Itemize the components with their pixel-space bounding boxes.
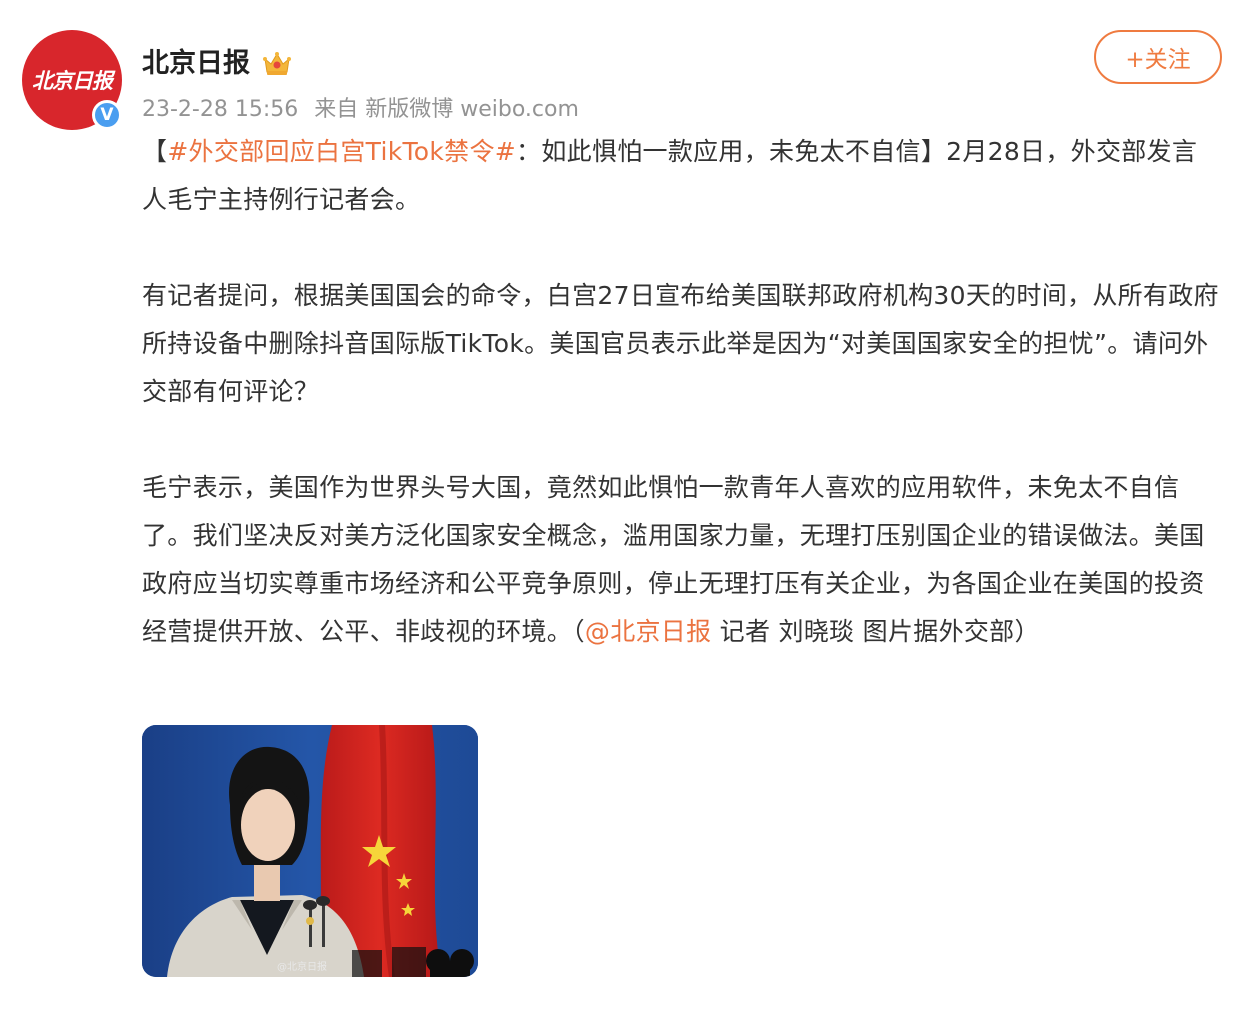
- paragraph-3-credit: 记者 刘晓琰 图片据外交部）: [711, 617, 1040, 646]
- account-name[interactable]: 北京日报: [142, 46, 250, 82]
- post-meta: 23-2-28 15:56 来自 新版微博 weibo.com: [142, 94, 579, 126]
- crown-icon: [263, 52, 291, 75]
- post-time[interactable]: 23-2-28 15:56: [142, 97, 298, 122]
- post-content: 【#外交部回应白宫TikTok禁令#：如此惧怕一款应用，未免太不自信】2月28日…: [142, 128, 1222, 656]
- image-watermark: @北京日报: [277, 962, 327, 973]
- post-paragraph-1: 【#外交部回应白宫TikTok禁令#：如此惧怕一款应用，未免太不自信】2月28日…: [142, 128, 1222, 224]
- verified-icon: V: [92, 100, 122, 130]
- post-paragraph-2: 有记者提问，根据美国国会的命令，白宫27日宣布给美国联邦政府机构30天的时间，从…: [142, 281, 1219, 406]
- bracket-open: 【: [142, 137, 168, 166]
- follow-button[interactable]: +关注: [1094, 30, 1222, 84]
- hashtag-link[interactable]: #外交部回应白宫TikTok禁令#: [167, 137, 516, 166]
- post-image[interactable]: @北京日报: [142, 725, 478, 977]
- verified-mark: V: [100, 105, 114, 125]
- post-paragraph-3: 毛宁表示，美国作为世界头号大国，竟然如此惧怕一款青年人喜欢的应用软件，未免太不自…: [142, 464, 1222, 656]
- mention-link[interactable]: @北京日报: [585, 617, 712, 646]
- post-source: 来自 新版微博 weibo.com: [314, 97, 579, 122]
- spokesperson-photo: [142, 725, 478, 977]
- avatar-logo-text: 北京日报: [32, 68, 113, 93]
